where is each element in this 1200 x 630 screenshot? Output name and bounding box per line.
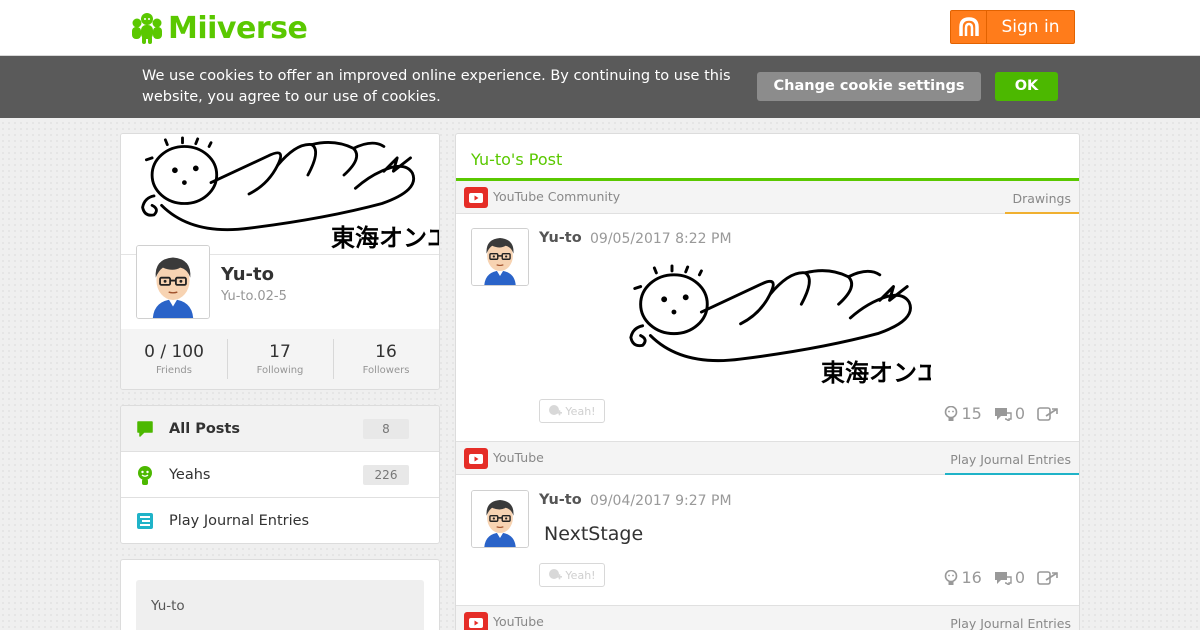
post-avatar[interactable] [471,490,529,548]
post-username[interactable]: Yu-to [539,230,582,246]
followers-label: Followers [362,365,410,376]
top-header: Miiverse Sign in [0,0,1200,56]
yeah-face-icon [549,405,563,416]
yeah-count-value: 15 [961,404,982,423]
comment-count: 0 [994,568,1025,587]
community-name[interactable]: YouTube [493,614,544,629]
miiverse-logo[interactable]: Miiverse [130,10,308,46]
yeah-count-value: 16 [961,568,982,587]
youtube-icon [464,612,488,630]
topic-label[interactable]: Play Journal Entries [950,616,1071,630]
yeah-count: 16 [944,568,982,587]
drawing-signature: 東海オンエア [821,359,931,387]
nav-yeahs[interactable]: Yeahs 226 [121,452,439,498]
friends-stat[interactable]: 0 / 100 Friends [121,329,227,389]
page-title: Yu-to's Post [471,150,563,169]
sign-in-button[interactable]: Sign in [950,10,1075,44]
profile-nav: All Posts 8 Yeahs 226 Play Journal Entri… [120,405,440,544]
youtube-icon [464,448,488,469]
followers-count: 16 [375,342,397,362]
nav-yeahs-label: Yeahs [169,466,211,483]
nav-all-posts-count: 8 [363,418,409,439]
sign-in-label: Sign in [1001,17,1060,37]
logo-text: Miiverse [168,10,308,46]
comment-count: 0 [994,404,1025,423]
posts-panel: Yu-to's Post YouTube Community Drawings … [455,133,1080,630]
post-avatar[interactable] [471,228,529,286]
post-counts: 16 0 [944,568,1059,587]
profile-avatar[interactable] [136,245,210,319]
friends-count: 0 / 100 [144,342,204,362]
profile-stats: 0 / 100 Friends 17 Following 16 Follower… [121,329,439,389]
profile-id: Yu-to.02-5 [221,289,287,304]
share-icon[interactable] [1037,406,1059,422]
followers-stat[interactable]: 16 Followers [333,329,439,389]
yeah-button[interactable]: Yeah! [539,399,605,423]
yeah-face-icon [945,405,958,421]
post-text[interactable]: NextStage [544,523,643,545]
nav-play-journal-label: Play Journal Entries [169,513,310,529]
about-box: Yu-to [136,580,424,630]
nav-yeahs-count: 226 [363,464,409,485]
cookie-banner: We use cookies to offer an improved onli… [0,56,1200,118]
comment-count-value: 0 [1014,404,1025,423]
community-name[interactable]: YouTube Community [493,189,620,204]
topic-underline [945,473,1079,475]
following-count: 17 [269,342,291,362]
speech-bubble-icon [121,420,169,438]
share-icon[interactable] [1037,570,1059,586]
profile-name: Yu-to [221,264,274,285]
comment-icon [994,571,1012,585]
topic-label[interactable]: Play Journal Entries [950,452,1071,474]
comment-icon [994,407,1012,421]
yeah-face-icon [121,465,169,485]
post-timestamp[interactable]: 09/05/2017 8:22 PM [590,231,732,247]
yeah-face-icon [945,569,958,585]
post-community-bar[interactable]: YouTube Play Journal Entries [456,606,1079,630]
cookie-message: We use cookies to offer an improved onli… [142,68,731,105]
post-timestamp[interactable]: 09/04/2017 9:27 PM [590,493,732,509]
post-community-bar[interactable]: YouTube Play Journal Entries [456,442,1079,475]
change-cookie-settings-button[interactable]: Change cookie settings [757,72,981,101]
about-card: Yu-to [120,559,440,630]
post-username[interactable]: Yu-to [539,492,582,508]
following-stat[interactable]: 17 Following [227,329,333,389]
nintendo-network-icon [951,11,987,43]
post-counts: 15 0 [944,404,1059,423]
post-community-bar[interactable]: YouTube Community Drawings [456,181,1079,214]
profile-card: 東海オンエア Yu-to Yu-to.02-5 0 / 100 Friends … [120,133,440,390]
about-text: Yu-to [151,598,185,614]
community-name[interactable]: YouTube [493,450,544,465]
topic-underline [1005,212,1079,214]
yeah-label: Yeah! [565,568,596,582]
yeah-label: Yeah! [565,404,596,418]
following-label: Following [256,365,304,376]
yeah-button[interactable]: Yeah! [539,563,605,587]
yeah-face-icon [549,569,563,580]
post-drawing[interactable]: 東海オンエア [621,261,965,391]
profile-banner-drawing: 東海オンエア [121,134,439,255]
miiverse-people-icon [132,13,162,44]
topic-label[interactable]: Drawings [1013,191,1072,213]
journal-icon [121,512,169,530]
nav-all-posts[interactable]: All Posts 8 [121,406,439,452]
cookie-ok-button[interactable]: OK [995,72,1058,101]
comment-count-value: 0 [1014,568,1025,587]
yeah-count: 15 [944,404,982,423]
youtube-icon [464,187,488,208]
friends-label: Friends [156,365,192,376]
banner-signature: 東海オンエア [331,224,439,252]
nav-play-journal[interactable]: Play Journal Entries [121,498,439,543]
nav-all-posts-label: All Posts [169,420,240,437]
